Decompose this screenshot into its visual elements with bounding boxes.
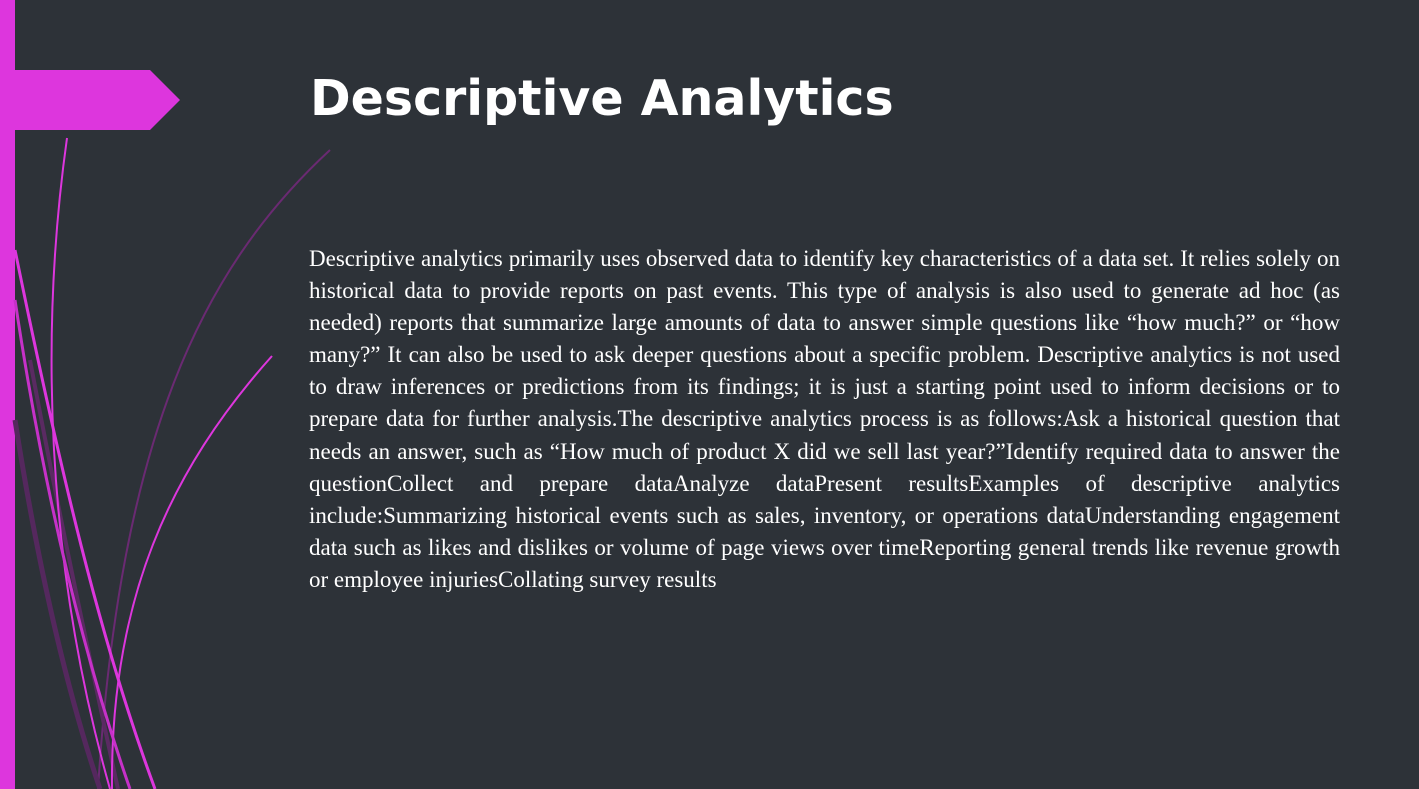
slide-body-text: Descriptive analytics primarily uses obs…: [309, 246, 1340, 592]
swoosh-line: [97, 149, 331, 789]
slide: Descriptive Analytics Descriptive analyt…: [0, 0, 1419, 789]
swoosh-line: [110, 355, 273, 789]
slide-title: Descriptive Analytics: [310, 70, 894, 127]
decorative-swoosh-lines: [0, 70, 331, 789]
swoosh-line: [12, 419, 103, 789]
title-arrow-tab: [0, 70, 180, 130]
